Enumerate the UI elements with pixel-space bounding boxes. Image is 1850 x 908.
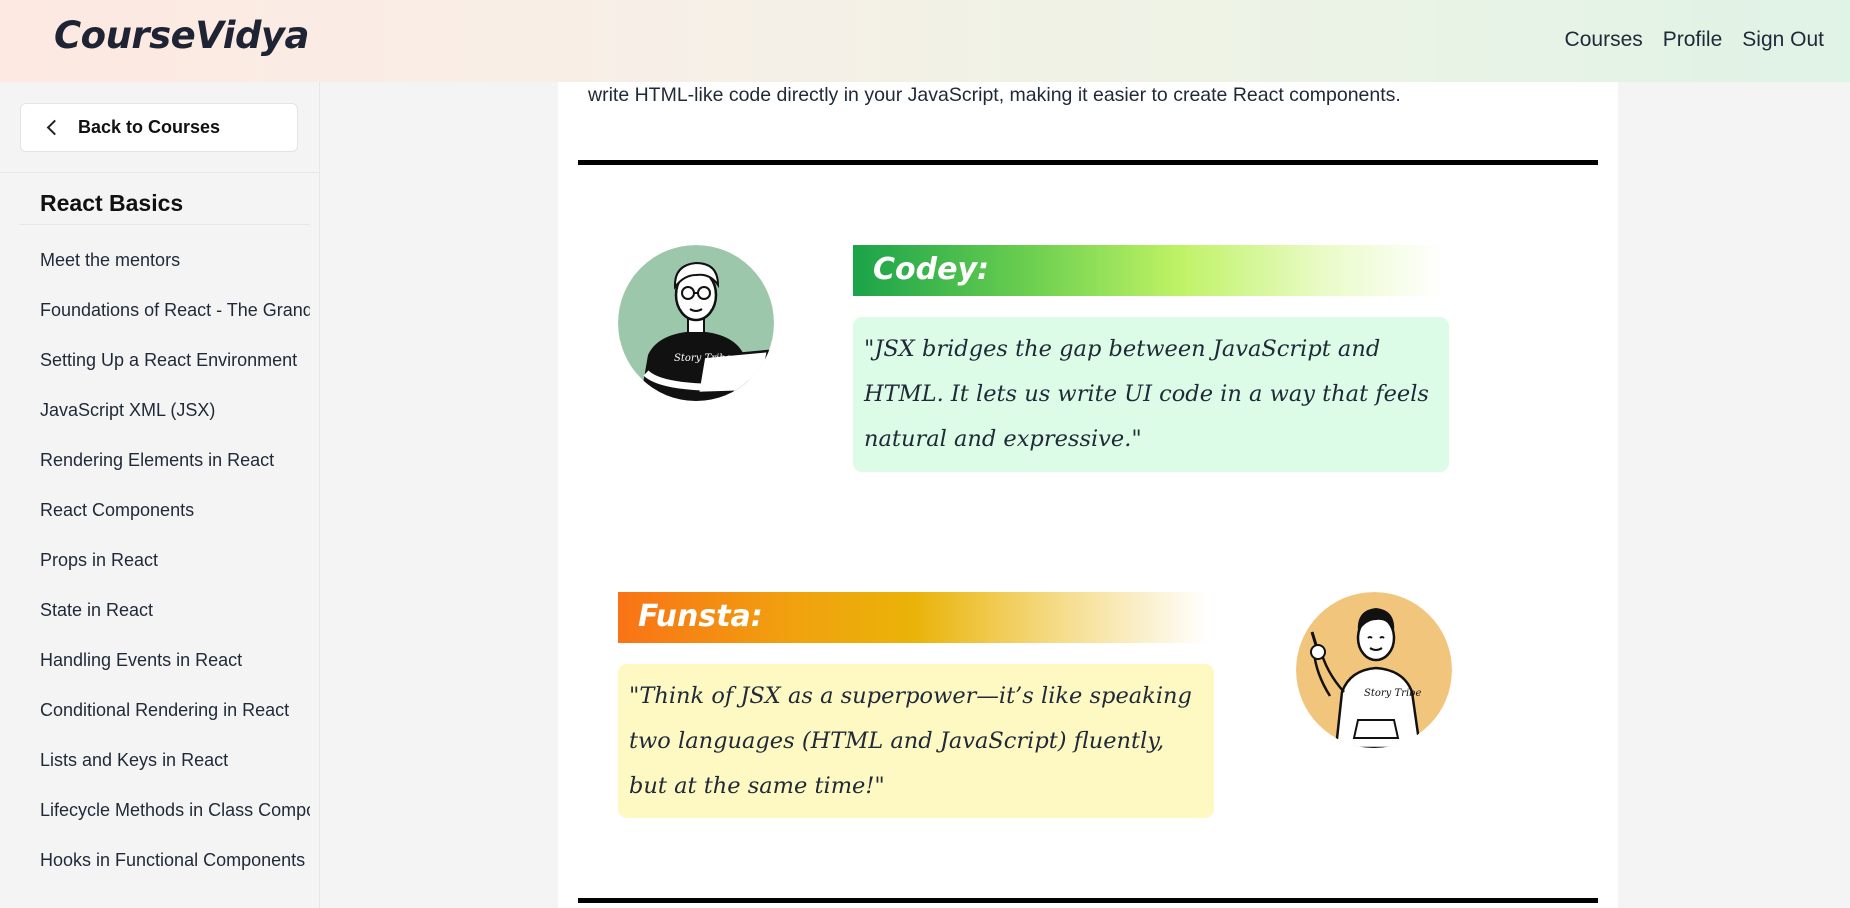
chevron-left-icon	[46, 119, 63, 136]
top-nav-bar: CourseVidya Courses Profile Sign Out	[0, 0, 1850, 82]
back-to-courses-label: Back to Courses	[78, 117, 221, 137]
codey-name-banner: Codey:	[853, 245, 1443, 296]
codey-quote-box: "JSX bridges the gap between JavaScript …	[853, 317, 1449, 472]
back-to-courses-button[interactable]: Back to Courses	[20, 103, 298, 152]
codey-shirt-text: Story Tribe	[674, 353, 732, 364]
lesson-item[interactable]: Setting Up a React Environment	[40, 340, 310, 390]
app-logo[interactable]: CourseVidya	[54, 14, 310, 57]
lesson-item[interactable]: JavaScript XML (JSX)	[40, 390, 310, 440]
lesson-content: write HTML-like code directly in your Ja…	[558, 82, 1618, 908]
lesson-item[interactable]: Handling Events in React	[40, 640, 310, 690]
codey-speaker-name: Codey:	[873, 252, 990, 287]
funsta-quote-box: "Think of JSX as a superpower—it’s like …	[618, 664, 1214, 818]
lesson-item[interactable]: State in React	[40, 590, 310, 640]
lesson-list: Meet the mentors Foundations of React - …	[40, 240, 310, 890]
module-title: React Basics	[40, 190, 184, 216]
nav-courses-link[interactable]: Courses	[1565, 28, 1643, 52]
lesson-item[interactable]: Props in React	[40, 540, 310, 590]
codey-avatar: Story Tribe	[618, 245, 774, 401]
lesson-item[interactable]: Conditional Rendering in React	[40, 690, 310, 740]
lesson-item[interactable]: React Components	[40, 490, 310, 540]
lesson-item[interactable]: Foundations of React - The Grand Tour	[40, 290, 310, 340]
lesson-item[interactable]: Lifecycle Methods in Class Components	[40, 790, 310, 840]
course-sidebar: Back to Courses React Basics Meet the me…	[0, 82, 320, 908]
module-title-divider	[20, 224, 310, 225]
lesson-item[interactable]: Rendering Elements in React	[40, 440, 310, 490]
nav-profile-link[interactable]: Profile	[1663, 28, 1723, 52]
nav-links: Courses Profile Sign Out	[1565, 28, 1824, 52]
funsta-avatar-illustration: Story Tribe	[1296, 592, 1452, 748]
section-divider	[578, 898, 1598, 903]
lesson-item[interactable]: Meet the mentors	[40, 240, 310, 290]
lesson-item[interactable]: Lists and Keys in React	[40, 740, 310, 790]
funsta-name-banner: Funsta:	[618, 592, 1208, 643]
lesson-item[interactable]: Hooks in Functional Components	[40, 840, 310, 890]
sidebar-divider	[0, 172, 319, 173]
intro-paragraph: write HTML-like code directly in your Ja…	[588, 84, 1401, 106]
funsta-avatar: Story Tribe	[1296, 592, 1452, 748]
section-divider	[578, 160, 1598, 165]
nav-sign-out-link[interactable]: Sign Out	[1742, 28, 1824, 52]
funsta-shirt-text: Story Tribe	[1364, 688, 1422, 699]
codey-avatar-illustration: Story Tribe	[618, 245, 774, 401]
funsta-speaker-name: Funsta:	[638, 599, 763, 634]
